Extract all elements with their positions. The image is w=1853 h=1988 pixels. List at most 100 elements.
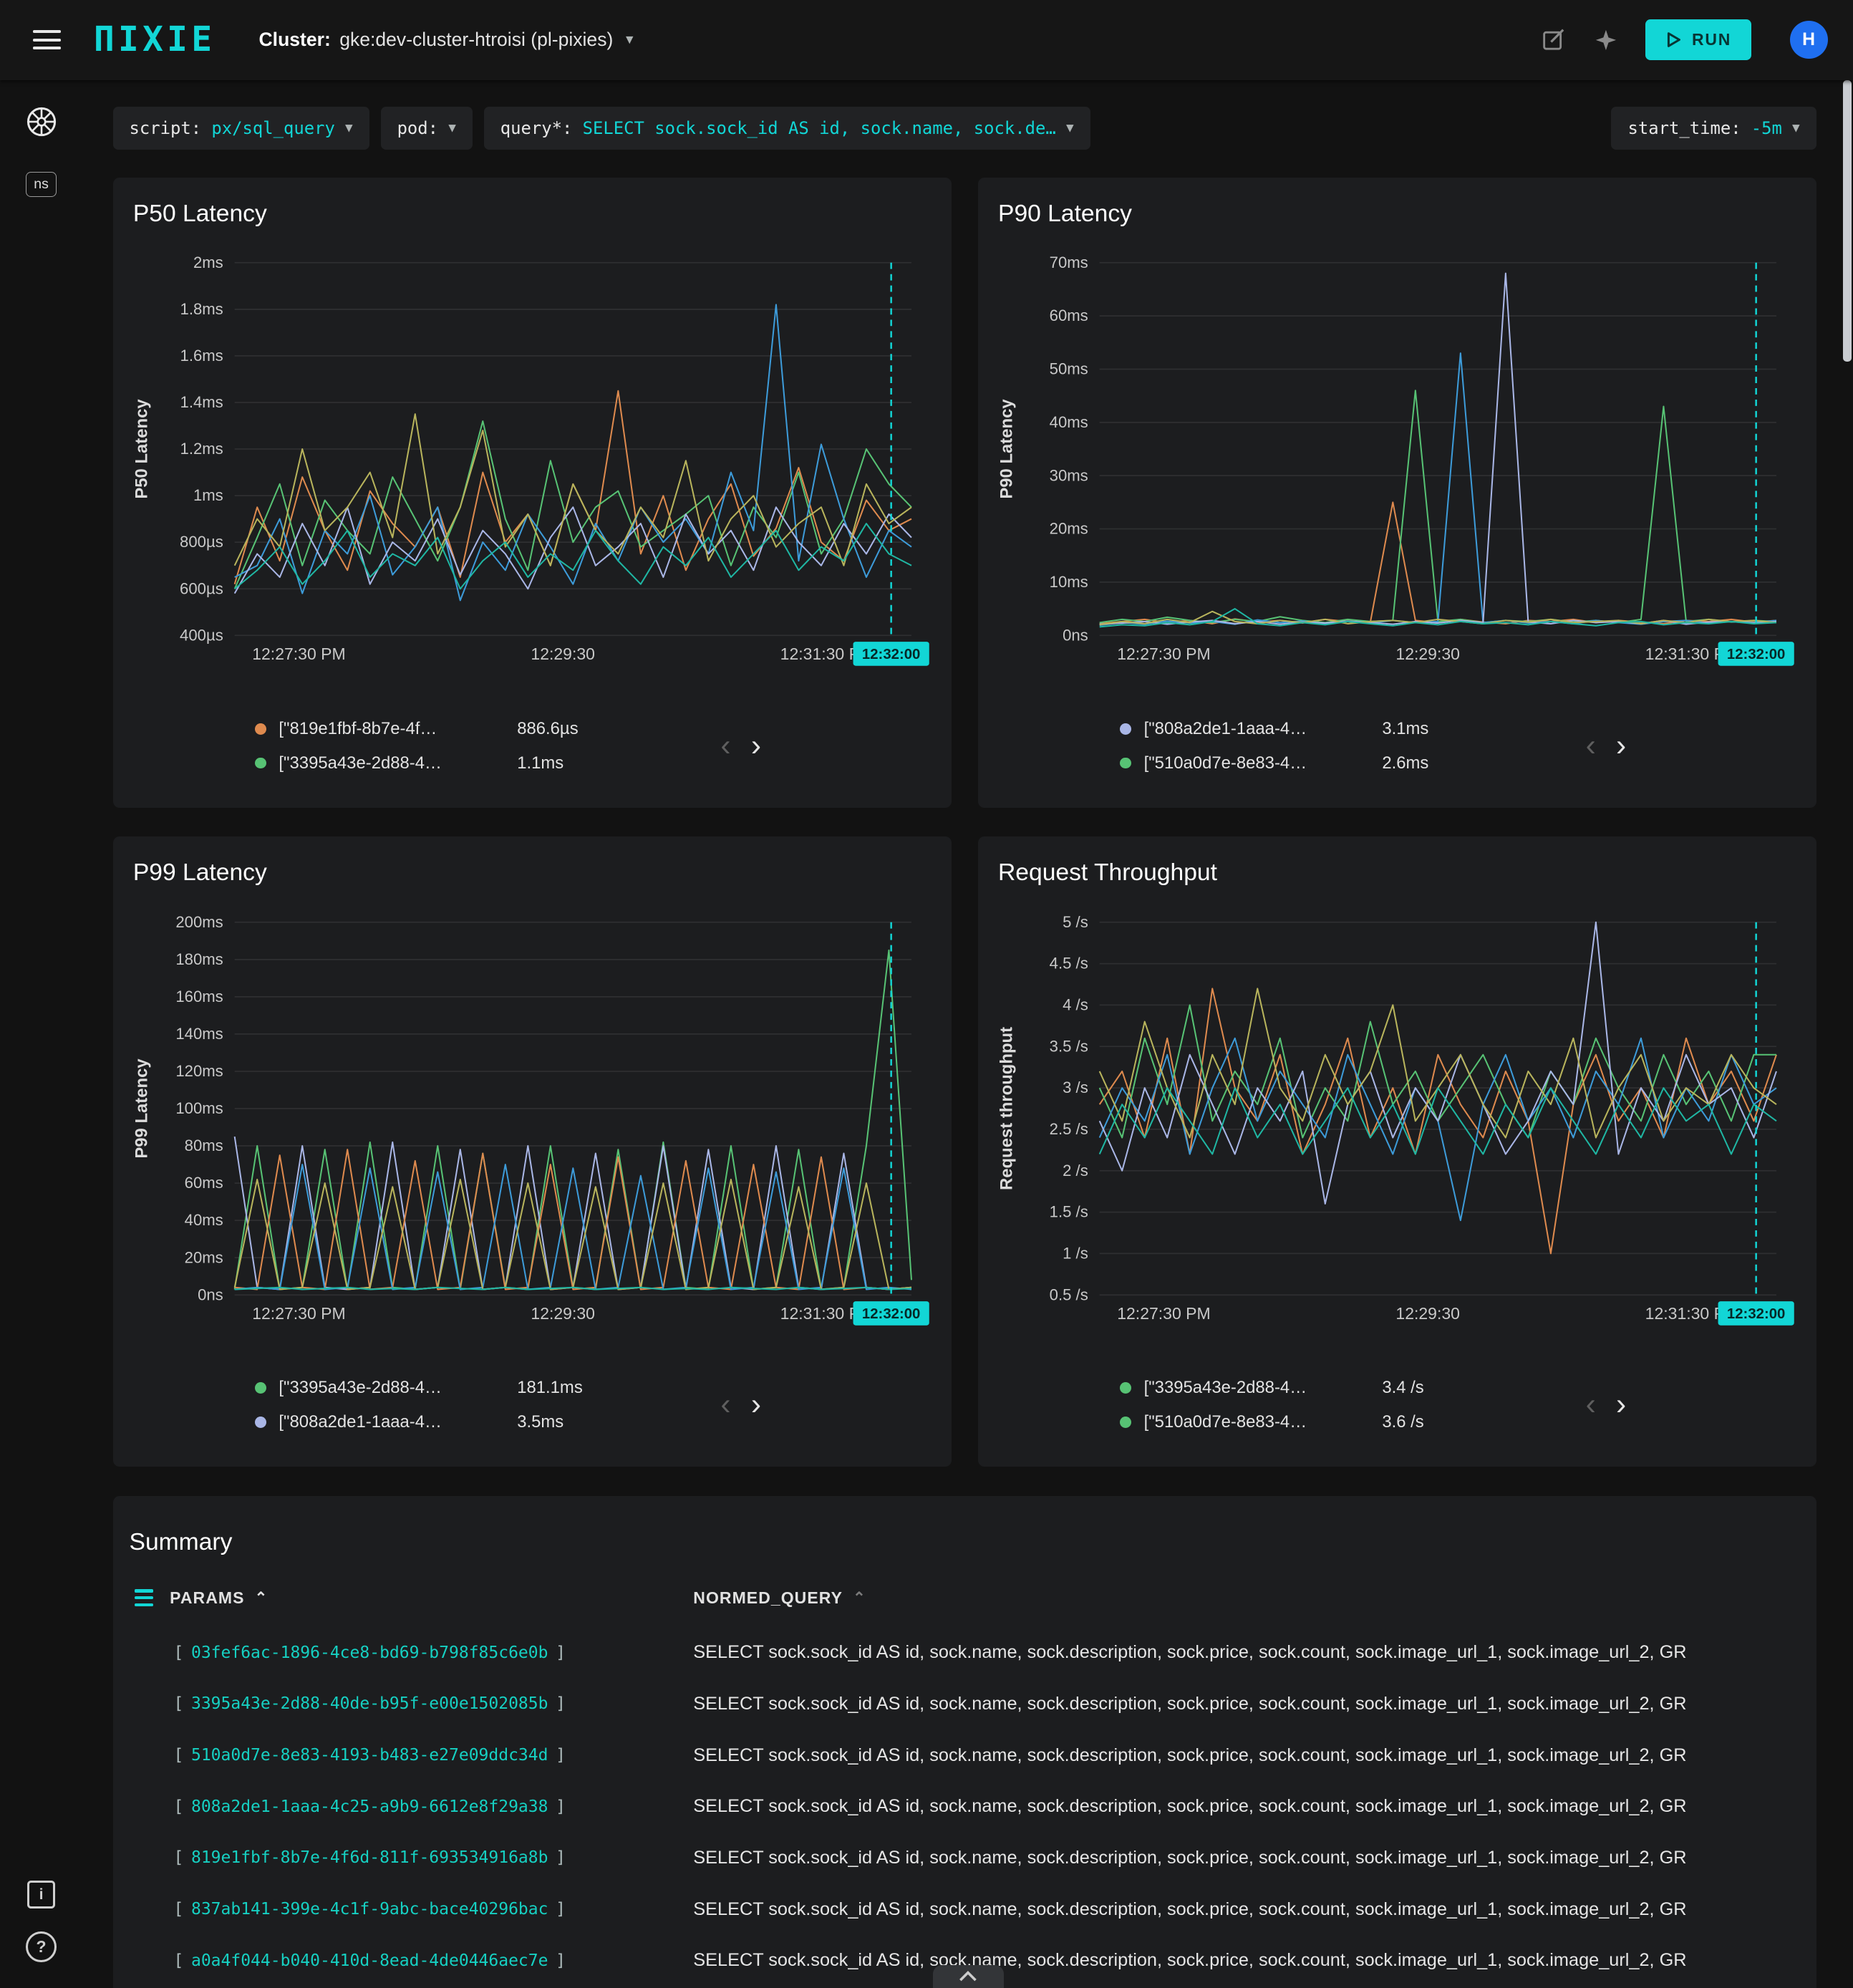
- normed-query-value: SELECT sock.sock_id AS id, sock.name, so…: [693, 1950, 1687, 1971]
- table-row[interactable]: [3395a43e-2d88-40de-b95f-e00e1502085b] SE…: [113, 1679, 1816, 1730]
- legend-label: ["3395a43e-2d88-4…: [1143, 1378, 1307, 1398]
- legend-item[interactable]: ["819e1fbf-8b7e-4f… 886.6µs: [254, 712, 937, 746]
- svg-text:4 /s: 4 /s: [1063, 995, 1088, 1013]
- legend-value: 2.6ms: [1382, 753, 1429, 773]
- table-menu-icon[interactable]: [134, 1589, 154, 1607]
- drawer-expand-button[interactable]: [932, 1964, 1004, 1988]
- param-cell[interactable]: [808a2de1-1aaa-4c25-a9b9-6612e8f29a38]: [166, 1798, 693, 1816]
- legend-next-icon[interactable]: ›: [751, 730, 761, 761]
- svg-text:40ms: 40ms: [1050, 413, 1088, 431]
- legend-prev-icon[interactable]: ‹: [1586, 1389, 1596, 1420]
- chart-canvas[interactable]: 2ms 1.8ms 1.6ms 1.4ms 1.2ms 1ms 800µs 600µs 400µ…: [128, 245, 932, 691]
- param-cell[interactable]: [819e1fbf-8b7e-4f6d-811f-693534916a8b]: [166, 1848, 693, 1867]
- chart-canvas[interactable]: 200ms 180ms 160ms 140ms 120ms 100ms 80ms 60ms 40…: [128, 904, 932, 1351]
- table-row[interactable]: [837ab141-399e-4c1f-9abc-bace40296bac] SE…: [113, 1883, 1816, 1935]
- bracket: [: [173, 1797, 184, 1816]
- namespace-chip[interactable]: ns: [25, 171, 57, 198]
- cluster-label: Cluster:: [258, 29, 331, 51]
- summary-title: Summary: [129, 1528, 233, 1555]
- sidebar: ns i ?: [0, 80, 82, 1988]
- pod-label: pod:: [397, 117, 439, 138]
- menu-icon[interactable]: [33, 30, 61, 50]
- svg-text:160ms: 160ms: [175, 988, 223, 1005]
- svg-text:0ns: 0ns: [1063, 627, 1088, 645]
- chevron-down-icon: ▼: [344, 120, 353, 135]
- start-time-value: -5m: [1751, 117, 1782, 138]
- table-row[interactable]: [03fef6ac-1896-4ce8-bd69-b798f85c6e0b] SE…: [113, 1627, 1816, 1679]
- column-header-params[interactable]: PARAMS: [170, 1588, 244, 1608]
- param-cell[interactable]: [03fef6ac-1896-4ce8-bd69-b798f85c6e0b]: [166, 1644, 693, 1662]
- legend-next-icon[interactable]: ›: [1616, 1389, 1626, 1420]
- legend-prev-icon[interactable]: ‹: [720, 1389, 730, 1420]
- info-icon[interactable]: i: [26, 1880, 56, 1909]
- request-throughput-chart[interactable]: 5 /s 4.5 /s 4 /s 3.5 /s 3 /s 2.5 /s 2 /s 1.5 /s…: [993, 904, 1801, 1351]
- table-row[interactable]: [808a2de1-1aaa-4c25-a9b9-6612e8f29a38] SE…: [113, 1781, 1816, 1833]
- svg-text:100ms: 100ms: [175, 1099, 223, 1117]
- legend-item[interactable]: ["3395a43e-2d88-4… 181.1ms: [254, 1371, 937, 1405]
- svg-text:1.2ms: 1.2ms: [180, 440, 223, 458]
- svg-text:12:32:00: 12:32:00: [862, 1306, 920, 1322]
- query-selector[interactable]: query*: SELECT sock.sock_id AS id, sock.…: [483, 106, 1090, 150]
- chart-canvas[interactable]: 5 /s 4.5 /s 4 /s 3.5 /s 3 /s 2.5 /s 2 /s 1.5 /s…: [993, 904, 1796, 1351]
- script-selector[interactable]: script: px/sql_query ▼: [112, 106, 369, 150]
- legend-next-icon[interactable]: ›: [751, 1389, 761, 1420]
- normed-query-value: SELECT sock.sock_id AS id, sock.name, so…: [693, 1796, 1687, 1817]
- main-content: script: px/sql_query ▼ pod: ▼ query*: SE…: [82, 80, 1853, 1988]
- normed-query-value: SELECT sock.sock_id AS id, sock.name, so…: [693, 1847, 1687, 1868]
- bracket: ]: [556, 1643, 566, 1662]
- chevron-down-icon: ▼: [623, 32, 636, 47]
- svg-text:0ns: 0ns: [198, 1285, 223, 1303]
- legend-item[interactable]: ["510a0d7e-8e83-4… 3.6 /s: [1119, 1405, 1801, 1439]
- param-value: a0a4f044-b040-410d-8ead-4de0446aec7e: [190, 1951, 548, 1970]
- param-cell[interactable]: [837ab141-399e-4c1f-9abc-bace40296bac]: [166, 1900, 693, 1919]
- legend-item[interactable]: ["3395a43e-2d88-4… 3.4 /s: [1119, 1371, 1801, 1405]
- legend-item[interactable]: ["808a2de1-1aaa-4… 3.5ms: [254, 1405, 937, 1439]
- pod-selector[interactable]: pod: ▼: [380, 106, 473, 150]
- param-cell[interactable]: [a0a4f044-b040-410d-8ead-4de0446aec7e]: [166, 1951, 693, 1970]
- sort-icon[interactable]: ⌃: [853, 1589, 866, 1607]
- legend-item[interactable]: ["808a2de1-1aaa-4… 3.1ms: [1119, 712, 1801, 746]
- legend-label: ["510a0d7e-8e83-4…: [1143, 753, 1307, 773]
- param-value: 808a2de1-1aaa-4c25-a9b9-6612e8f29a38: [190, 1797, 548, 1816]
- chart-legend: ["808a2de1-1aaa-4… 3.1ms ["510a0d7e-8e83-4…: [1119, 712, 1801, 781]
- sort-asc-icon[interactable]: ⌃: [255, 1589, 268, 1607]
- svg-text:12:32:00: 12:32:00: [1727, 1306, 1785, 1322]
- param-cell[interactable]: [3395a43e-2d88-40de-b95f-e00e1502085b]: [166, 1694, 693, 1713]
- kubernetes-icon[interactable]: [25, 105, 58, 144]
- legend-prev-icon[interactable]: ‹: [720, 730, 730, 761]
- chart-canvas[interactable]: 70ms 60ms 50ms 40ms 30ms 20ms 10ms 0ns 12:27:30 …: [993, 245, 1796, 691]
- p99-latency-chart[interactable]: 200ms 180ms 160ms 140ms 120ms 100ms 80ms 60ms 40…: [128, 904, 937, 1351]
- chevron-down-icon: ▼: [448, 120, 456, 135]
- table-row[interactable]: [819e1fbf-8b7e-4f6d-811f-693534916a8b] SE…: [113, 1833, 1816, 1884]
- param-cell[interactable]: [510a0d7e-8e83-4193-b483-e27e09ddc34d]: [166, 1746, 693, 1765]
- bracket: [: [173, 1848, 184, 1868]
- legend-prev-icon[interactable]: ‹: [1586, 730, 1596, 761]
- chart-legend: ["3395a43e-2d88-4… 181.1ms ["808a2de1-1aaa…: [254, 1371, 937, 1439]
- scrollbar-thumb[interactable]: [1842, 79, 1852, 362]
- p90-latency-chart[interactable]: 70ms 60ms 50ms 40ms 30ms 20ms 10ms 0ns 12:27:30 …: [993, 245, 1801, 691]
- legend-next-icon[interactable]: ›: [1616, 730, 1626, 761]
- cluster-selector[interactable]: Cluster: gke:dev-cluster-htroisi (pl-pix…: [259, 29, 636, 51]
- sparkle-icon[interactable]: [1595, 29, 1617, 52]
- legend-item[interactable]: ["3395a43e-2d88-4… 1.1ms: [254, 746, 937, 781]
- chart-grid: P50 Latency 2ms 1.8ms 1.6ms 1.4ms 1.2ms 1ms 80…: [112, 177, 1816, 1467]
- start-time-selector[interactable]: start_time: -5m ▼: [1611, 106, 1816, 150]
- run-button[interactable]: RUN: [1645, 19, 1752, 61]
- table-row[interactable]: [510a0d7e-8e83-4193-b483-e27e09ddc34d] SE…: [113, 1729, 1816, 1781]
- pixie-app: ΠIXIE Cluster: gke:dev-cluster-htroisi (…: [0, 0, 1853, 1988]
- help-icon[interactable]: ?: [25, 1931, 57, 1963]
- bracket: [: [173, 1951, 184, 1970]
- legend-pager: ‹ ›: [710, 1389, 771, 1420]
- p50-latency-chart[interactable]: 2ms 1.8ms 1.6ms 1.4ms 1.2ms 1ms 800µs 600µs 400µ…: [128, 245, 937, 691]
- avatar[interactable]: H: [1789, 21, 1828, 59]
- column-header-normed-query[interactable]: NORMED_QUERY: [693, 1588, 843, 1608]
- bracket: [: [173, 1643, 184, 1662]
- legend-color-dot: [1119, 757, 1131, 769]
- edit-script-icon[interactable]: [1542, 28, 1567, 52]
- svg-text:P90 Latency: P90 Latency: [997, 399, 1016, 499]
- script-value: px/sql_query: [211, 117, 335, 138]
- legend-pager: ‹ ›: [1575, 730, 1636, 761]
- chevron-up-icon: [959, 1970, 977, 1982]
- svg-text:50ms: 50ms: [1050, 360, 1088, 378]
- legend-item[interactable]: ["510a0d7e-8e83-4… 2.6ms: [1119, 746, 1801, 781]
